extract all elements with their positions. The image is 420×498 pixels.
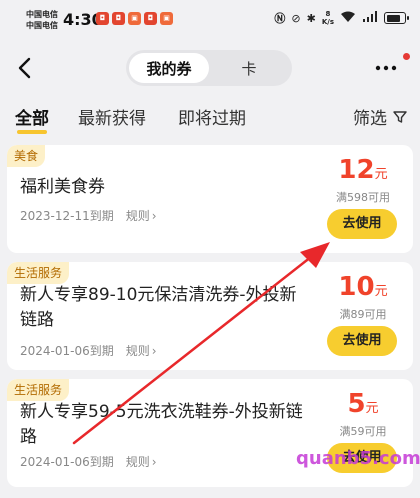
chevron-right-icon: › (151, 343, 157, 358)
filter-tabs: 全部 最新获得 即将过期 筛选 (0, 100, 420, 136)
carrier-info: 中国电信 中国电信 (26, 9, 58, 31)
coupon-meta: 2024-01-06到期 规则 › (20, 453, 157, 470)
coupon-amount: 12元 (313, 155, 413, 185)
coupon-threshold: 满89可用 (339, 308, 387, 321)
coupon-threshold: 满59可用 (339, 425, 387, 438)
app-notification-icon: ▣ (160, 12, 173, 25)
category-tag: 美食 (7, 145, 46, 167)
back-arrow-icon (18, 57, 31, 79)
back-button[interactable] (14, 56, 36, 80)
tab-expiring[interactable]: 即将过期 (178, 104, 246, 129)
expiry-date: 2024-01-06到期 (20, 344, 114, 358)
category-tag: 生活服务 (7, 262, 70, 284)
amount-unit: 元 (365, 401, 379, 416)
amount-value: 12 (338, 155, 375, 185)
coupon-title: 新人专享89-10元保洁清洗券-外投新链路 (20, 285, 297, 330)
system-icons: Ⓝ ⊘ ✱ 8 K/s (274, 10, 409, 26)
coupon-threshold: 满598可用 (336, 191, 390, 204)
segment-my-coupons[interactable]: 我的券 (129, 53, 209, 83)
wifi-icon (340, 11, 356, 26)
app-notification-icon: ▣ (128, 12, 141, 25)
rules-link[interactable]: 规则 › (126, 453, 157, 470)
more-dots-icon (375, 65, 397, 71)
funnel-icon (393, 110, 407, 123)
active-tab-indicator (17, 130, 47, 134)
segment-control: 我的券 卡 (126, 50, 292, 86)
use-coupon-button[interactable]: 去使用 (327, 326, 397, 356)
coupon-amount: 5元 (313, 389, 413, 419)
coupon-title: 新人专享59-5元洗衣洗鞋券-外投新链路 (20, 402, 303, 447)
app-notification-icon: ◘ (112, 12, 125, 25)
tab-latest[interactable]: 最新获得 (78, 104, 146, 129)
coupon-card[interactable]: 生活服务 新人专享89-10元保洁清洗券-外投新链路 2024-01-06到期 … (7, 262, 413, 370)
battery-level (386, 14, 401, 22)
signal-icon (362, 10, 378, 26)
app-notification-icon: ◘ (144, 12, 157, 25)
app-notification-icon: ◘ (96, 12, 109, 25)
category-tag: 生活服务 (7, 379, 70, 401)
coupon-meta: 2023-12-11到期 规则 › (20, 207, 157, 224)
silent-icon: ⊘ (291, 11, 301, 25)
network-speed-value: 8 (325, 10, 331, 18)
network-speed-unit: K/s (321, 18, 334, 26)
expiry-date: 2023-12-11到期 (20, 209, 114, 223)
rules-label: 规则 (125, 344, 150, 358)
carrier-1: 中国电信 (26, 10, 58, 19)
chevron-right-icon: › (151, 454, 157, 469)
carrier-2: 中国电信 (26, 21, 58, 30)
bluetooth-icon: ✱ (306, 11, 316, 25)
rules-link[interactable]: 规则 › (126, 342, 157, 359)
expiry-date: 2024-01-06到期 (20, 455, 114, 469)
status-bar: 中国电信 中国电信 4:30 ◘ ◘ ▣ ◘ ▣ Ⓝ ⊘ ✱ 8 K/s (0, 0, 420, 40)
filter-label: 筛选 (353, 109, 387, 129)
rules-label: 规则 (125, 209, 150, 223)
rules-link[interactable]: 规则 › (126, 207, 157, 224)
coupon-amount: 10元 (313, 272, 413, 302)
coupon-meta: 2024-01-06到期 规则 › (20, 342, 157, 359)
network-speed: 8 K/s (322, 10, 334, 26)
segment-cards[interactable]: 卡 (209, 53, 289, 83)
battery-icon (384, 12, 409, 24)
amount-value: 10 (338, 272, 375, 302)
coupon-card[interactable]: 生活服务 新人专享59-5元洗衣洗鞋券-外投新链路 2024-01-06到期 规… (7, 379, 413, 487)
rules-label: 规则 (125, 455, 150, 469)
watermark: quanb5.com (296, 448, 420, 469)
more-button[interactable] (374, 60, 398, 74)
amount-value: 5 (347, 389, 366, 419)
chevron-right-icon: › (151, 208, 157, 223)
notification-icons: ◘ ◘ ▣ ◘ ▣ (96, 12, 173, 25)
tab-all[interactable]: 全部 (15, 104, 49, 129)
amount-unit: 元 (374, 284, 388, 299)
nfc-icon: Ⓝ (274, 12, 286, 25)
filter-button[interactable]: 筛选 (353, 104, 408, 129)
use-coupon-button[interactable]: 去使用 (327, 209, 397, 239)
coupon-card[interactable]: 美食 福利美食券 2023-12-11到期 规则 › 12元 满598可用 去使… (7, 145, 413, 253)
notification-badge (403, 53, 410, 60)
amount-unit: 元 (374, 167, 388, 182)
coupon-title: 福利美食券 (20, 177, 105, 197)
